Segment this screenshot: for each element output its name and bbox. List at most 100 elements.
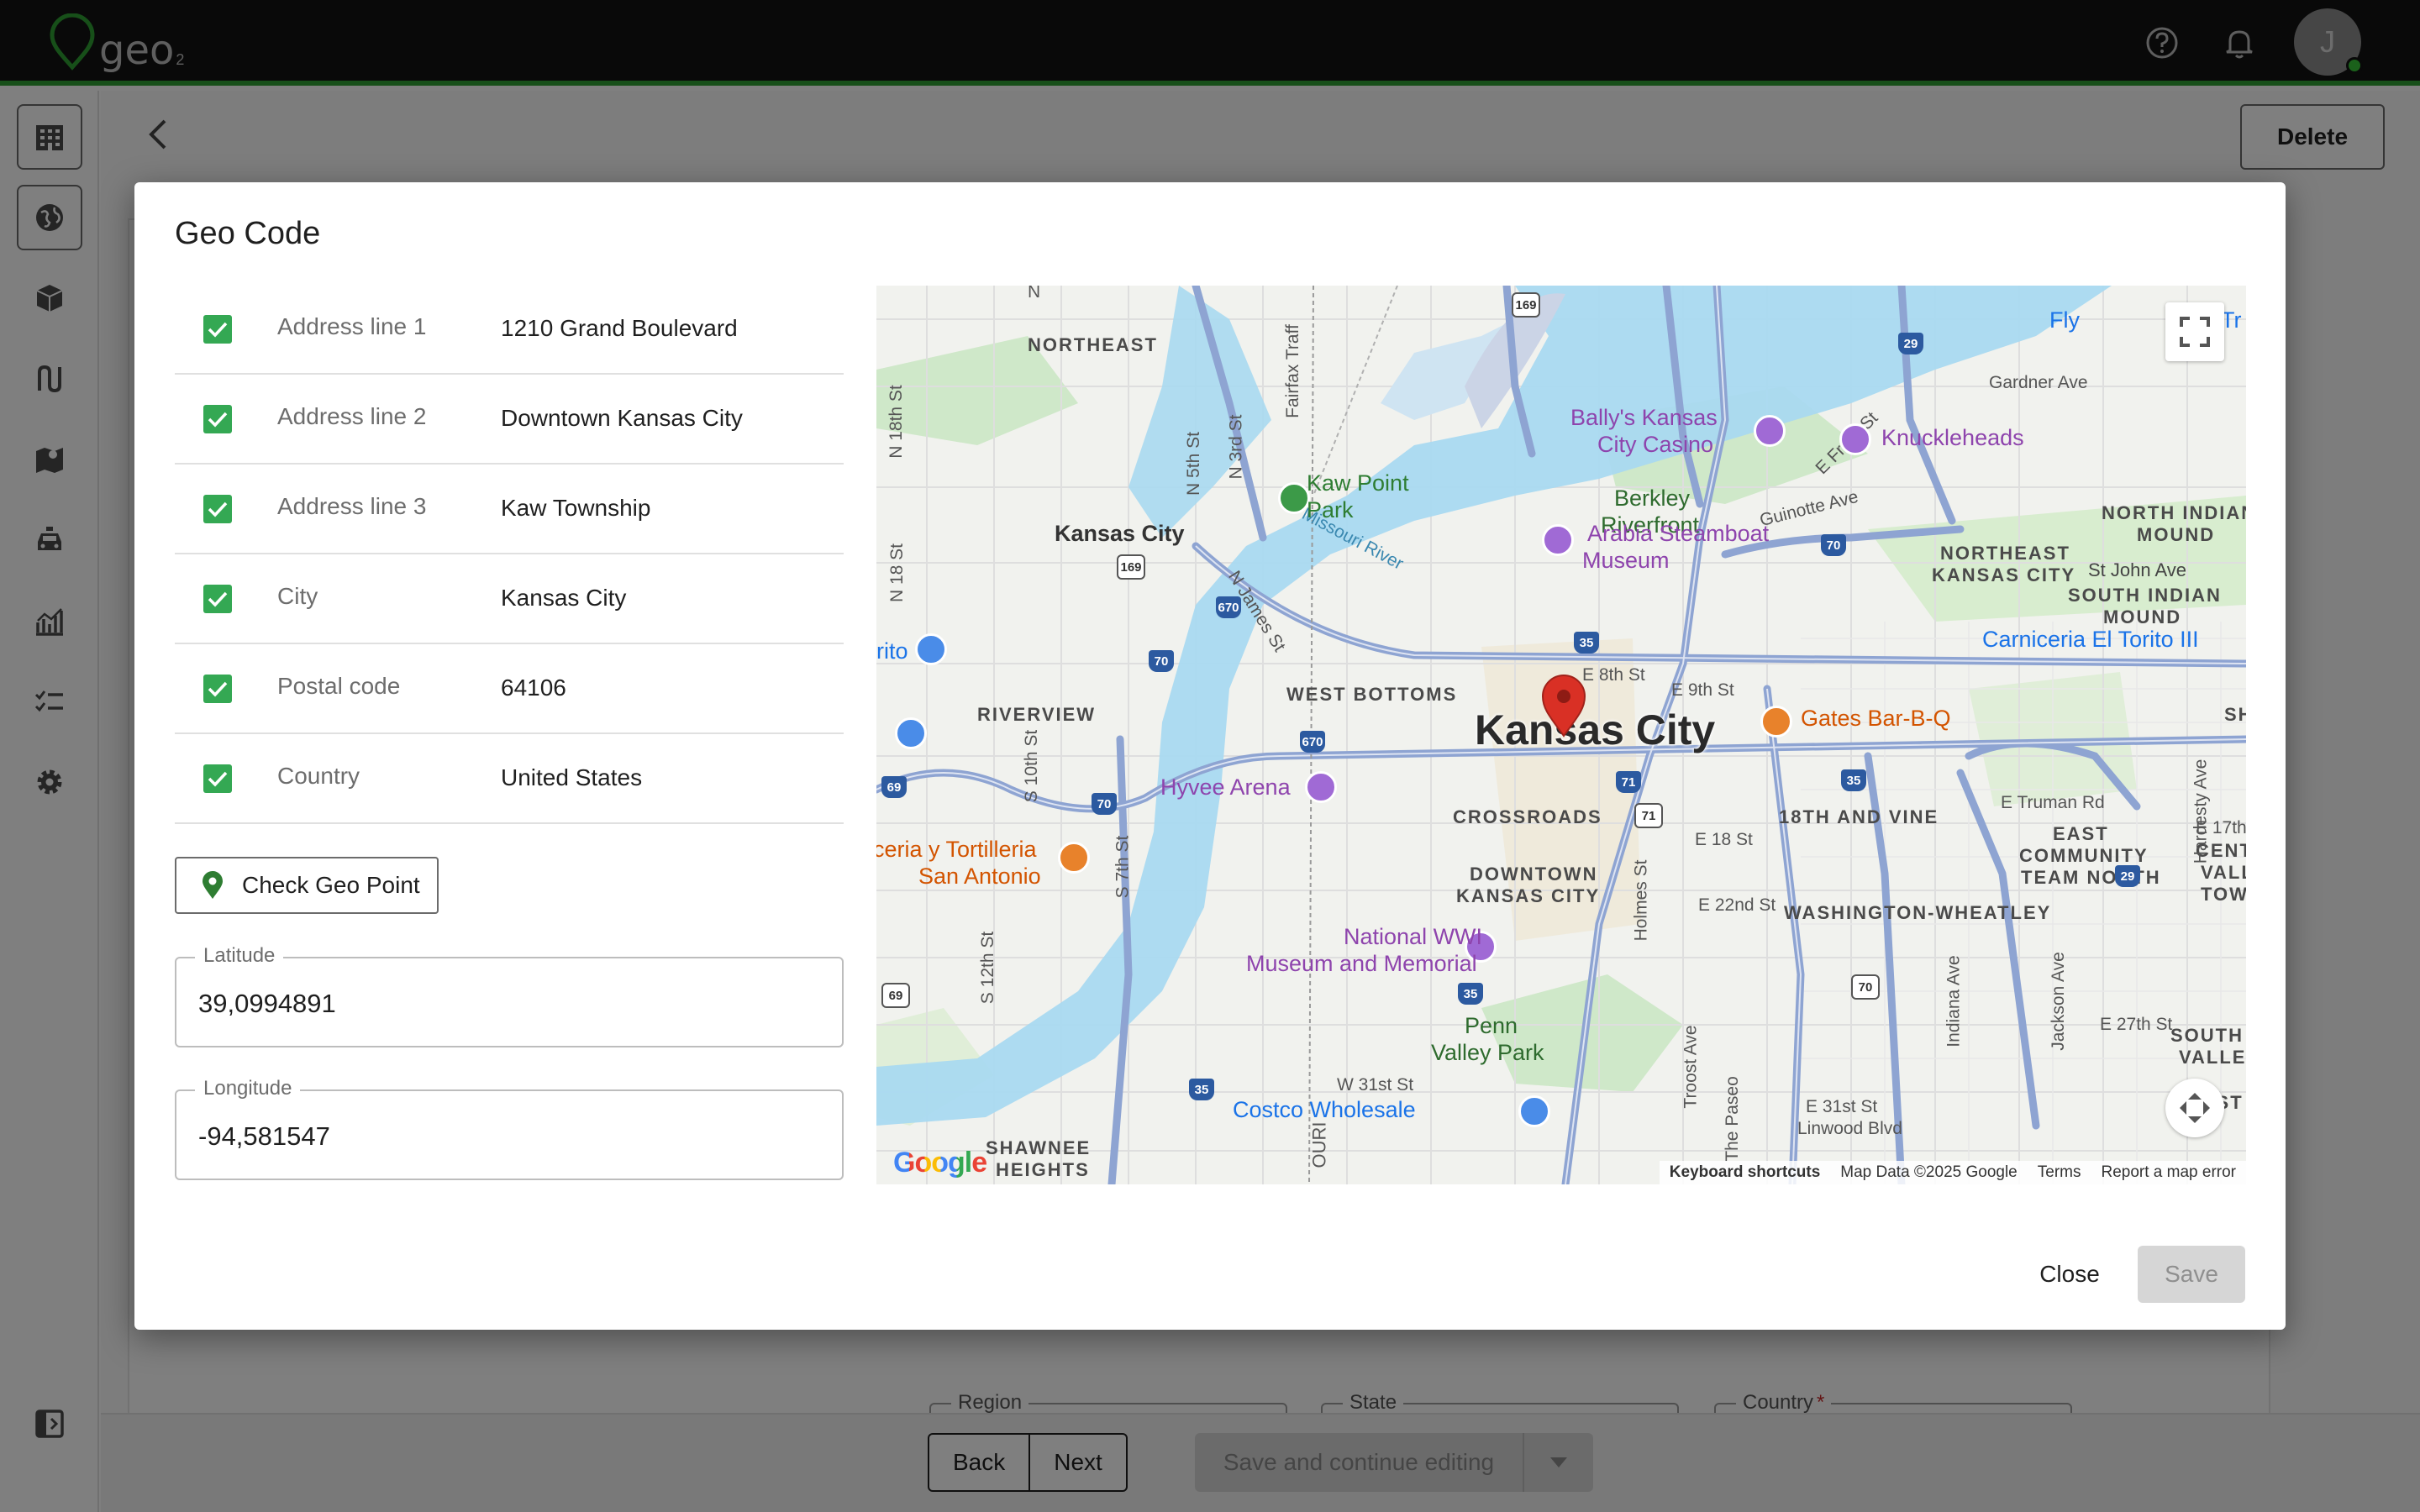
poi-label: City Casino — [1597, 432, 1714, 457]
city-label: Kansas City — [1475, 706, 1716, 753]
park-label: Berkley — [1614, 486, 1691, 511]
route-shield: 29 — [2115, 865, 2140, 887]
area-label: MOUND — [2103, 606, 2182, 627]
route-shield: 29 — [1898, 333, 1923, 354]
check-icon — [208, 412, 228, 428]
row-label: Postal code — [277, 673, 401, 699]
area-label: DOWNTOWN — [1470, 864, 1598, 885]
row-label: Address line 2 — [277, 403, 427, 429]
park-icon[interactable] — [1278, 482, 1310, 514]
area-label: NORTHEAST — [1940, 543, 2070, 564]
street-label: Gardner Ave — [1989, 373, 2088, 392]
poi-label: Carniceria El Torito III — [1982, 627, 2199, 652]
museum-icon[interactable] — [1542, 524, 1574, 556]
street-label: St John Ave — [2088, 559, 2187, 580]
poi-label: Bally's Kansas — [1570, 405, 1718, 430]
address-row: Address line 3 Kaw Township — [175, 465, 844, 554]
route-shield: 69 — [881, 983, 910, 1008]
check-icon — [208, 681, 228, 697]
casino-icon[interactable] — [1754, 415, 1786, 447]
area-label: EAST — [2053, 823, 2109, 844]
area-label: KANSAS CITY — [1932, 564, 2076, 585]
street-label: S 10th St — [1022, 729, 1042, 803]
poi-label: Gates Bar-B-Q — [1801, 706, 1951, 731]
poi-label: Knuckleheads — [1881, 425, 2024, 450]
longitude-label: Longitude — [195, 1077, 301, 1100]
area-label: HEIGHTS — [996, 1159, 1090, 1180]
street-label: The Paseo — [1722, 1076, 1742, 1162]
check-geo-point-button[interactable]: Check Geo Point — [175, 857, 439, 914]
row-checkbox[interactable] — [203, 675, 232, 703]
shopping-cart-icon[interactable] — [915, 633, 947, 665]
longitude-field: Longitude — [175, 1077, 844, 1180]
street-label: S 12th St — [978, 931, 998, 1005]
row-value: Kaw Township — [501, 495, 651, 521]
route-shield: 35 — [1841, 769, 1866, 791]
poi-label: Hyvee Arena — [1160, 774, 1291, 800]
latitude-input[interactable] — [198, 984, 820, 1024]
keyboard-shortcuts-link[interactable]: Keyboard shortcuts — [1670, 1163, 1820, 1182]
map-pan-control[interactable] — [2165, 1079, 2224, 1137]
route-shield: 71 — [1634, 803, 1663, 828]
row-value: Kansas City — [501, 585, 627, 611]
close-button[interactable]: Close — [2023, 1246, 2116, 1303]
route-shield: 70 — [1851, 974, 1880, 1000]
route-shield: 35 — [1458, 983, 1483, 1005]
terms-link[interactable]: Terms — [2038, 1163, 2081, 1182]
music-venue-icon[interactable] — [1839, 423, 1871, 455]
area-label: MOUND — [2137, 524, 2216, 545]
street-label: Linwood Blvd — [1797, 1119, 1902, 1138]
area-label: SHAWNEE — [986, 1137, 1092, 1158]
address-row: Postal code 64106 — [175, 644, 844, 734]
area-label: RIVERVIEW — [977, 704, 1097, 725]
row-value: 1210 Grand Boulevard — [501, 315, 738, 341]
route-shield: 169 — [1512, 292, 1540, 318]
poi-label: National WWI — [1344, 924, 1483, 949]
street-label: N 5th St — [1183, 432, 1203, 496]
route-shield: 169 — [1117, 554, 1145, 580]
street-label: E 8th St — [1582, 665, 1645, 685]
row-label: Country — [277, 763, 360, 789]
route-shield: 69 — [881, 776, 907, 798]
report-map-error-link[interactable]: Report a map error — [2101, 1163, 2236, 1182]
area-label: SOUTH INDIAN — [2068, 585, 2222, 606]
row-label: City — [277, 583, 318, 609]
route-shield: 70 — [1821, 534, 1846, 556]
fullscreen-icon — [2180, 317, 2210, 347]
poi-label: Kaw Point — [1307, 470, 1409, 496]
row-checkbox[interactable] — [203, 315, 232, 344]
address-row: City Kansas City — [175, 554, 844, 644]
arena-icon[interactable] — [1305, 771, 1337, 803]
street-label: N 3rd St — [1226, 414, 1246, 480]
longitude-input[interactable] — [198, 1116, 820, 1157]
row-checkbox[interactable] — [203, 495, 232, 523]
street-label: Holmes St — [1631, 859, 1651, 942]
row-checkbox[interactable] — [203, 585, 232, 613]
map-view[interactable]: NORTHEAST RIVERVIEW WEST BOTTOMS CROSSRO… — [876, 286, 2246, 1184]
fullscreen-button[interactable] — [2165, 302, 2224, 361]
street-label: E 22nd St — [1698, 895, 1776, 915]
row-checkbox[interactable] — [203, 764, 232, 793]
street-label: Indiana Ave — [1944, 955, 1964, 1047]
map-attribution: Keyboard shortcuts Map Data ©2025 Google… — [1659, 1161, 2246, 1184]
area-label: WASHINGTON-WHEATLEY — [1784, 902, 2052, 923]
kck-label: Kansas City — [1055, 521, 1185, 546]
area-label: TOWE — [2201, 884, 2246, 905]
area-label: NORTHEAST — [1028, 334, 1158, 355]
dialog-title: Geo Code — [175, 216, 321, 251]
area-label: SH — [2224, 704, 2246, 725]
restaurant-icon[interactable] — [1058, 842, 1090, 874]
location-marker-icon[interactable] — [1540, 674, 1587, 738]
street-label: Troost Ave — [1681, 1025, 1701, 1109]
restaurant-icon[interactable] — [1760, 706, 1792, 738]
pan-arrows-icon — [2180, 1093, 2210, 1123]
row-checkbox[interactable] — [203, 405, 232, 433]
address-list: Address line 1 1210 Grand Boulevard Addr… — [175, 285, 844, 824]
save-button[interactable]: Save — [2138, 1246, 2245, 1303]
shopping-icon[interactable] — [1518, 1095, 1550, 1127]
shopping-cart-icon[interactable] — [895, 717, 927, 749]
geo-code-dialog: Geo Code Address line 1 1210 Grand Boule… — [134, 182, 2286, 1330]
poi-label: Costco Wholesale — [1233, 1097, 1416, 1122]
street-label: E 9th St — [1671, 680, 1734, 700]
poi-label: San Antonio — [918, 864, 1041, 889]
